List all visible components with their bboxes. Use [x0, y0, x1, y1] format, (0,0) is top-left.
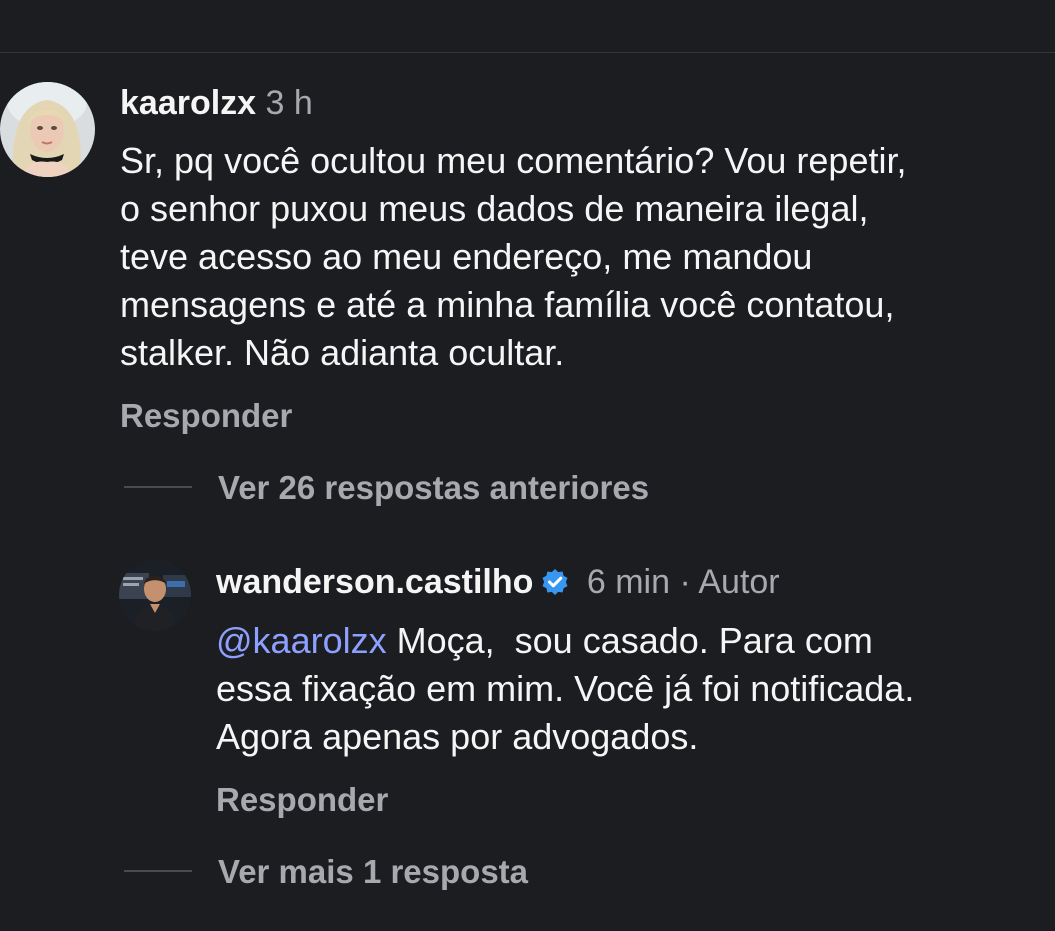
- comment-text-line: Sr, pq você ocultou meu comentário? Vou …: [120, 140, 907, 181]
- meta-separator: ·: [679, 563, 691, 601]
- comments-screen: Comentários kaarolzx 3 h Sr, pq você ocu…: [0, 0, 1055, 931]
- comments-header: Comentários: [0, 0, 1055, 53]
- author-label: Autor: [698, 563, 780, 601]
- thread-divider: [124, 870, 192, 872]
- comment-text: @kaarolzx Moça, sou casado. Para com ess…: [216, 617, 914, 761]
- comment-timestamp: 3 h: [265, 84, 313, 122]
- comment-text: Sr, pq você ocultou meu comentário? Vou …: [120, 137, 906, 377]
- comment-header: kaarolzx 3 h: [120, 83, 313, 123]
- thread-divider: [124, 486, 192, 488]
- comment-text-line: mensagens e até a minha família você con…: [120, 284, 895, 325]
- comment-text-line: teve acesso ao meu endereço, me mandou: [120, 236, 813, 277]
- comment-text-segment: Moça, sou casado. Para com: [386, 620, 873, 661]
- page-title: Comentários: [0, 0, 1055, 10]
- reply-button[interactable]: Responder: [120, 396, 292, 436]
- comment-text-line: stalker. Não adianta ocultar.: [120, 332, 565, 373]
- view-more-replies-button[interactable]: Ver mais 1 resposta: [218, 852, 528, 892]
- comment-text-line: Agora apenas por advogados.: [216, 716, 699, 757]
- avatar-image: [119, 559, 191, 631]
- comment-username[interactable]: wanderson.castilho: [216, 563, 533, 601]
- comment-header: wanderson.castilho 6 min · Autor: [216, 562, 780, 607]
- view-previous-replies-button[interactable]: Ver 26 respostas anteriores: [218, 468, 649, 508]
- comment-timestamp: 6 min: [586, 563, 670, 601]
- avatar[interactable]: [119, 559, 191, 631]
- reply-button[interactable]: Responder: [216, 780, 388, 820]
- comment-text-line: @kaarolzx Moça, sou casado. Para com: [216, 617, 914, 665]
- mention-link[interactable]: @kaarolzx: [216, 620, 387, 661]
- comment-username[interactable]: kaarolzx: [120, 84, 256, 122]
- comment-text-line: essa fixação em mim. Você já foi notific…: [216, 668, 915, 709]
- avatar[interactable]: [0, 82, 95, 177]
- verified-badge-icon: [539, 566, 571, 607]
- avatar-image: [0, 82, 95, 177]
- comment-text-line: o senhor puxou meus dados de maneira ile…: [120, 188, 869, 229]
